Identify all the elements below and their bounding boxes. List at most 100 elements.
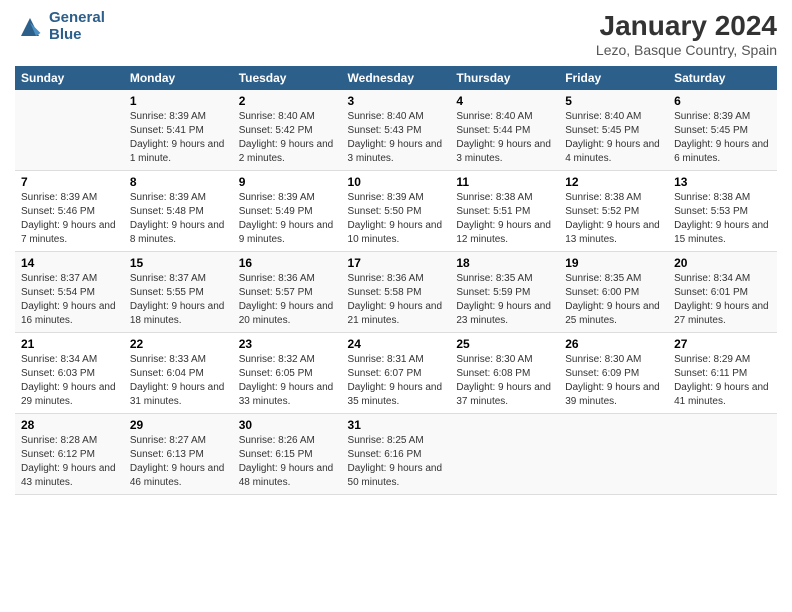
- day-number: 22: [130, 337, 227, 351]
- day-number: 29: [130, 418, 227, 432]
- day-number: 9: [239, 175, 336, 189]
- cell-info: Sunrise: 8:38 AMSunset: 5:52 PMDaylight:…: [565, 192, 660, 245]
- cell-info: Sunrise: 8:36 AMSunset: 5:57 PMDaylight:…: [239, 273, 334, 326]
- cell-info: Sunrise: 8:35 AMSunset: 5:59 PMDaylight:…: [456, 273, 551, 326]
- day-header-sunday: Sunday: [15, 66, 124, 90]
- main-title: January 2024: [596, 10, 777, 42]
- day-number: 3: [348, 94, 445, 108]
- calendar-cell: 17Sunrise: 8:36 AMSunset: 5:58 PMDayligh…: [342, 252, 451, 333]
- cell-info: Sunrise: 8:27 AMSunset: 6:13 PMDaylight:…: [130, 435, 225, 488]
- cell-info: Sunrise: 8:38 AMSunset: 5:53 PMDaylight:…: [674, 192, 769, 245]
- calendar-cell: 15 Sunrise: 8:37 AMSunset: 5:55 PMDayligh…: [124, 252, 233, 333]
- calendar-cell: 12 Sunrise: 8:38 AMSunset: 5:52 PMDayligh…: [559, 171, 668, 252]
- day-number: 23: [239, 337, 336, 351]
- calendar-cell: 2 Sunrise: 8:40 AMSunset: 5:42 PMDaylight…: [233, 90, 342, 171]
- cell-info: Sunrise: 8:31 AMSunset: 6:07 PMDaylight:…: [348, 354, 443, 407]
- calendar-cell: 24 Sunrise: 8:31 AMSunset: 6:07 PMDayligh…: [342, 333, 451, 414]
- calendar-cell: 14 Sunrise: 8:37 AMSunset: 5:54 PMDayligh…: [15, 252, 124, 333]
- cell-info: Sunrise: 8:40 AMSunset: 5:42 PMDaylight:…: [239, 111, 334, 164]
- logo-icon: [15, 12, 45, 42]
- calendar-cell: 7 Sunrise: 8:39 AMSunset: 5:46 PMDaylight…: [15, 171, 124, 252]
- calendar-cell: 22 Sunrise: 8:33 AMSunset: 6:04 PMDayligh…: [124, 333, 233, 414]
- calendar-cell: 16Sunrise: 8:36 AMSunset: 5:57 PMDayligh…: [233, 252, 342, 333]
- calendar-cell: 4 Sunrise: 8:40 AMSunset: 5:44 PMDaylight…: [450, 90, 559, 171]
- calendar-cell: 9 Sunrise: 8:39 AMSunset: 5:49 PMDaylight…: [233, 171, 342, 252]
- day-number: 1: [130, 94, 227, 108]
- cell-info: Sunrise: 8:25 AMSunset: 6:16 PMDaylight:…: [348, 435, 443, 488]
- cell-info: Sunrise: 8:30 AMSunset: 6:09 PMDaylight:…: [565, 354, 660, 407]
- logo-text: General Blue: [49, 10, 105, 43]
- cell-info: Sunrise: 8:40 AMSunset: 5:45 PMDaylight:…: [565, 111, 660, 164]
- title-section: January 2024 Lezo, Basque Country, Spain: [596, 10, 777, 58]
- calendar-table: SundayMondayTuesdayWednesdayThursdayFrid…: [15, 66, 777, 495]
- calendar-cell: 23 Sunrise: 8:32 AMSunset: 6:05 PMDayligh…: [233, 333, 342, 414]
- day-number: 31: [348, 418, 445, 432]
- calendar-row-week-5: 28Sunrise: 8:28 AMSunset: 6:12 PMDayligh…: [15, 414, 777, 495]
- calendar-cell: 3 Sunrise: 8:40 AMSunset: 5:43 PMDaylight…: [342, 90, 451, 171]
- calendar-cell: 1 Sunrise: 8:39 AMSunset: 5:41 PMDaylight…: [124, 90, 233, 171]
- cell-info: Sunrise: 8:40 AMSunset: 5:44 PMDaylight:…: [456, 111, 551, 164]
- day-header-monday: Monday: [124, 66, 233, 90]
- cell-info: Sunrise: 8:34 AMSunset: 6:03 PMDaylight:…: [21, 354, 116, 407]
- calendar-cell: [450, 414, 559, 495]
- day-number: 25: [456, 337, 553, 351]
- calendar-cell: 19Sunrise: 8:35 AMSunset: 6:00 PMDayligh…: [559, 252, 668, 333]
- day-number: 15: [130, 256, 227, 270]
- day-header-tuesday: Tuesday: [233, 66, 342, 90]
- header: General Blue January 2024 Lezo, Basque C…: [15, 10, 777, 58]
- calendar-cell: 29 Sunrise: 8:27 AMSunset: 6:13 PMDayligh…: [124, 414, 233, 495]
- calendar-cell: 26 Sunrise: 8:30 AMSunset: 6:09 PMDayligh…: [559, 333, 668, 414]
- calendar-cell: 11 Sunrise: 8:38 AMSunset: 5:51 PMDayligh…: [450, 171, 559, 252]
- cell-info: Sunrise: 8:39 AMSunset: 5:49 PMDaylight:…: [239, 192, 334, 245]
- day-number: 27: [674, 337, 771, 351]
- day-number: 28: [21, 418, 118, 432]
- day-header-friday: Friday: [559, 66, 668, 90]
- cell-info: Sunrise: 8:39 AMSunset: 5:50 PMDaylight:…: [348, 192, 443, 245]
- day-number: 12: [565, 175, 662, 189]
- day-number: 13: [674, 175, 771, 189]
- day-number: 11: [456, 175, 553, 189]
- cell-info: Sunrise: 8:33 AMSunset: 6:04 PMDaylight:…: [130, 354, 225, 407]
- calendar-header-row: SundayMondayTuesdayWednesdayThursdayFrid…: [15, 66, 777, 90]
- calendar-cell: 18Sunrise: 8:35 AMSunset: 5:59 PMDayligh…: [450, 252, 559, 333]
- calendar-cell: 8 Sunrise: 8:39 AMSunset: 5:48 PMDaylight…: [124, 171, 233, 252]
- calendar-cell: [668, 414, 777, 495]
- calendar-cell: 5 Sunrise: 8:40 AMSunset: 5:45 PMDaylight…: [559, 90, 668, 171]
- day-number: 8: [130, 175, 227, 189]
- cell-info: Sunrise: 8:30 AMSunset: 6:08 PMDaylight:…: [456, 354, 551, 407]
- calendar-cell: 27Sunrise: 8:29 AMSunset: 6:11 PMDayligh…: [668, 333, 777, 414]
- day-number: 2: [239, 94, 336, 108]
- calendar-cell: 30 Sunrise: 8:26 AMSunset: 6:15 PMDayligh…: [233, 414, 342, 495]
- day-number: 30: [239, 418, 336, 432]
- calendar-row-week-1: 1 Sunrise: 8:39 AMSunset: 5:41 PMDaylight…: [15, 90, 777, 171]
- cell-info: Sunrise: 8:34 AMSunset: 6:01 PMDaylight:…: [674, 273, 769, 326]
- day-number: 24: [348, 337, 445, 351]
- calendar-cell: [15, 90, 124, 171]
- calendar-cell: 21 Sunrise: 8:34 AMSunset: 6:03 PMDayligh…: [15, 333, 124, 414]
- calendar-page: General Blue January 2024 Lezo, Basque C…: [0, 0, 792, 612]
- day-header-saturday: Saturday: [668, 66, 777, 90]
- cell-info: Sunrise: 8:37 AMSunset: 5:54 PMDaylight:…: [21, 273, 116, 326]
- cell-info: Sunrise: 8:26 AMSunset: 6:15 PMDaylight:…: [239, 435, 334, 488]
- calendar-row-week-2: 7 Sunrise: 8:39 AMSunset: 5:46 PMDaylight…: [15, 171, 777, 252]
- cell-info: Sunrise: 8:37 AMSunset: 5:55 PMDaylight:…: [130, 273, 225, 326]
- cell-info: Sunrise: 8:39 AMSunset: 5:46 PMDaylight:…: [21, 192, 116, 245]
- day-number: 7: [21, 175, 118, 189]
- cell-info: Sunrise: 8:39 AMSunset: 5:48 PMDaylight:…: [130, 192, 225, 245]
- day-number: 14: [21, 256, 118, 270]
- day-number: 17: [348, 256, 445, 270]
- day-number: 26: [565, 337, 662, 351]
- calendar-row-week-3: 14 Sunrise: 8:37 AMSunset: 5:54 PMDayligh…: [15, 252, 777, 333]
- cell-info: Sunrise: 8:32 AMSunset: 6:05 PMDaylight:…: [239, 354, 334, 407]
- calendar-cell: 25 Sunrise: 8:30 AMSunset: 6:08 PMDayligh…: [450, 333, 559, 414]
- day-number: 4: [456, 94, 553, 108]
- day-header-thursday: Thursday: [450, 66, 559, 90]
- day-number: 21: [21, 337, 118, 351]
- cell-info: Sunrise: 8:38 AMSunset: 5:51 PMDaylight:…: [456, 192, 551, 245]
- day-number: 5: [565, 94, 662, 108]
- cell-info: Sunrise: 8:35 AMSunset: 6:00 PMDaylight:…: [565, 273, 660, 326]
- calendar-cell: 28Sunrise: 8:28 AMSunset: 6:12 PMDayligh…: [15, 414, 124, 495]
- cell-info: Sunrise: 8:39 AMSunset: 5:45 PMDaylight:…: [674, 111, 769, 164]
- cell-info: Sunrise: 8:39 AMSunset: 5:41 PMDaylight:…: [130, 111, 225, 164]
- cell-info: Sunrise: 8:40 AMSunset: 5:43 PMDaylight:…: [348, 111, 443, 164]
